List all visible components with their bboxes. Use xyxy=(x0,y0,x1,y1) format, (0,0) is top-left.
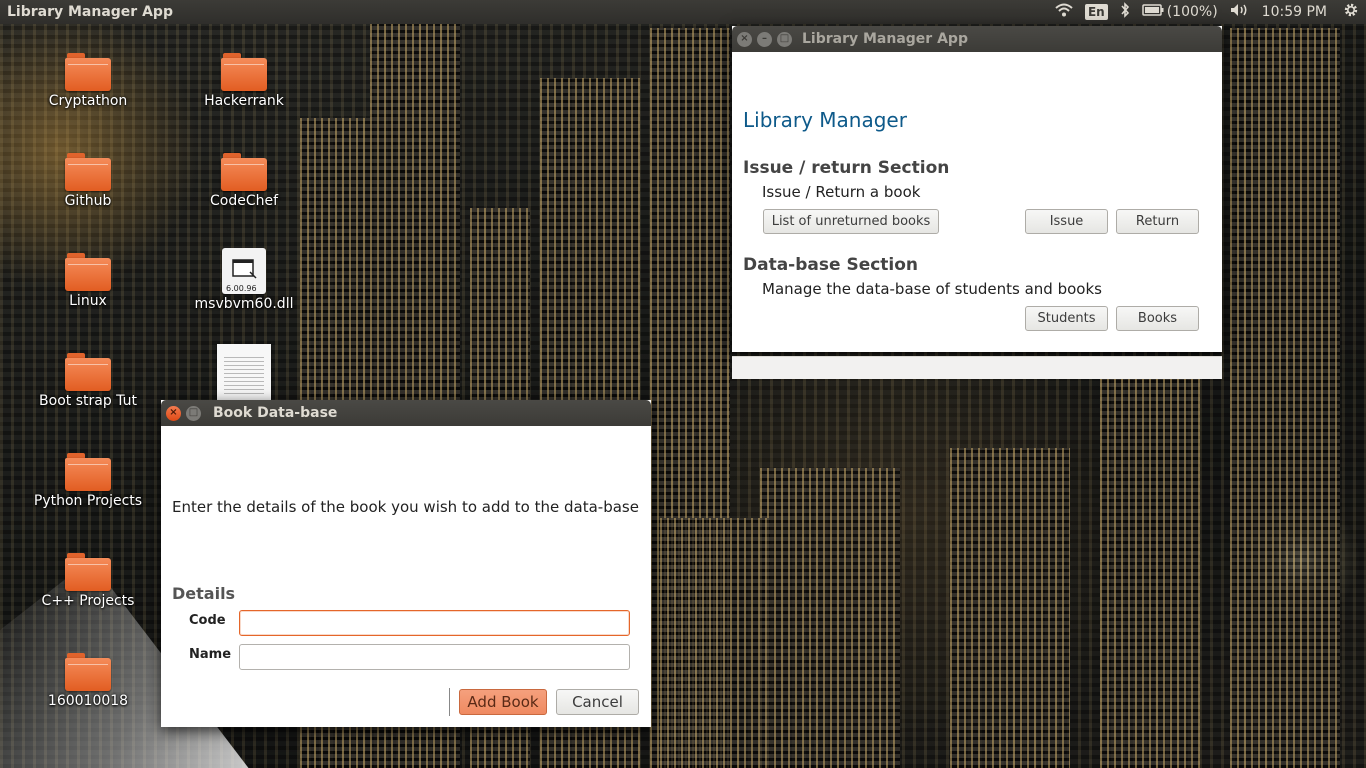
window-content: Library Manager Issue / return Section I… xyxy=(732,52,1222,379)
issue-button[interactable]: Issue xyxy=(1025,209,1108,234)
library-manager-window: × – □ Library Manager App Library Manage… xyxy=(732,26,1222,379)
desktop-folder-github[interactable]: Github xyxy=(28,153,148,209)
code-input[interactable] xyxy=(239,610,630,636)
desktop-folder-160010018[interactable]: 160010018 xyxy=(28,653,148,709)
desktop-folder-linux[interactable]: Linux xyxy=(28,253,148,309)
desktop-folder-python-projects[interactable]: Python Projects xyxy=(28,453,148,509)
cancel-button[interactable]: Cancel xyxy=(556,689,639,715)
wifi-icon[interactable] xyxy=(1055,3,1073,21)
document-thumbnail-icon xyxy=(217,344,271,402)
details-heading: Details xyxy=(172,584,236,603)
books-button[interactable]: Books xyxy=(1116,306,1199,331)
battery-indicator[interactable]: (100%) xyxy=(1141,4,1218,20)
folder-icon xyxy=(65,553,111,591)
window-title: Library Manager App xyxy=(802,31,968,47)
indicator-area: En (100%) 10:59 PM xyxy=(1055,0,1366,24)
desktop-icon-label: Boot strap Tut xyxy=(39,393,137,409)
wallpaper-building xyxy=(950,448,1070,768)
desktop-icon-label: msvbvm60.dll xyxy=(194,296,294,312)
desktop-file-document[interactable] xyxy=(184,344,304,402)
wallpaper-building xyxy=(1230,28,1340,768)
close-icon[interactable]: × xyxy=(737,31,752,47)
desktop-icon-label: Hackerrank xyxy=(204,93,284,109)
desktop-icon-label: Linux xyxy=(69,293,107,309)
volume-icon[interactable] xyxy=(1230,3,1250,21)
desktop-icon-label: Cryptathon xyxy=(48,93,128,109)
folder-icon xyxy=(65,353,111,391)
desktop-icon-label: CodeChef xyxy=(209,193,279,209)
folder-icon xyxy=(65,153,111,191)
window-statusbar xyxy=(732,356,1222,379)
battery-percentage: (100%) xyxy=(1166,4,1218,20)
name-input[interactable] xyxy=(239,644,630,670)
app-heading: Library Manager xyxy=(743,108,907,132)
dialog-prompt: Enter the details of the book you wish t… xyxy=(172,498,639,516)
close-icon[interactable]: × xyxy=(166,405,181,421)
keyboard-language-indicator[interactable]: En xyxy=(1084,4,1108,20)
window-titlebar[interactable]: × – □ Library Manager App xyxy=(732,26,1222,52)
folder-icon xyxy=(65,653,111,691)
gear-icon[interactable] xyxy=(1343,2,1359,22)
button-separator xyxy=(449,688,450,716)
dll-file-icon: 6.00.96 xyxy=(222,248,266,294)
active-app-title: Library Manager App xyxy=(7,4,173,20)
battery-icon xyxy=(1141,4,1164,20)
desktop-folder-cpp-projects[interactable]: C++ Projects xyxy=(28,553,148,609)
book-database-dialog: × □ Book Data-base Enter the details of … xyxy=(161,400,651,727)
dialog-titlebar[interactable]: × □ Book Data-base xyxy=(161,400,651,426)
return-button[interactable]: Return xyxy=(1116,209,1199,234)
folder-icon xyxy=(65,453,111,491)
wallpaper-building xyxy=(1100,368,1200,768)
dialog-content: Enter the details of the book you wish t… xyxy=(161,426,651,727)
bluetooth-icon[interactable] xyxy=(1120,2,1130,22)
desktop-icon-label: Github xyxy=(64,193,112,209)
name-label: Name xyxy=(189,647,232,662)
desktop-folder-hackerrank[interactable]: Hackerrank xyxy=(184,53,304,109)
dialog-title: Book Data-base xyxy=(213,405,338,421)
desktop-folder-bootstrap-tut[interactable]: Boot strap Tut xyxy=(28,353,148,409)
issue-section-subtitle: Issue / Return a book xyxy=(762,183,921,201)
folder-icon xyxy=(221,53,267,91)
wallpaper-building xyxy=(660,518,770,768)
add-book-button[interactable]: Add Book xyxy=(459,689,547,715)
desktop-folder-codechef[interactable]: CodeChef xyxy=(184,153,304,209)
maximize-icon[interactable]: □ xyxy=(777,31,792,47)
db-section-title: Data-base Section xyxy=(743,255,919,275)
wallpaper-building xyxy=(760,468,900,768)
folder-icon xyxy=(65,253,111,291)
maximize-icon[interactable]: □ xyxy=(186,405,201,421)
db-section-subtitle: Manage the data-base of students and boo… xyxy=(762,280,1102,298)
folder-icon xyxy=(221,153,267,191)
file-version-badge: 6.00.96 xyxy=(226,284,257,293)
folder-icon xyxy=(65,53,111,91)
issue-section-title: Issue / return Section xyxy=(743,158,950,178)
top-panel: Library Manager App En (100%) 10:59 PM xyxy=(0,0,1366,24)
minimize-icon[interactable]: – xyxy=(757,31,772,47)
list-unreturned-books-button[interactable]: List of unreturned books xyxy=(763,209,939,234)
clock[interactable]: 10:59 PM xyxy=(1262,4,1327,20)
code-label: Code xyxy=(189,613,226,628)
desktop-icon-label: Python Projects xyxy=(33,493,143,509)
students-button[interactable]: Students xyxy=(1025,306,1108,331)
desktop-icon-label: 160010018 xyxy=(47,693,129,709)
desktop-file-msvbvm60[interactable]: 6.00.96 msvbvm60.dll xyxy=(184,248,304,312)
desktop-folder-cryptathon[interactable]: Cryptathon xyxy=(28,53,148,109)
desktop-icon-label: C++ Projects xyxy=(41,593,135,609)
